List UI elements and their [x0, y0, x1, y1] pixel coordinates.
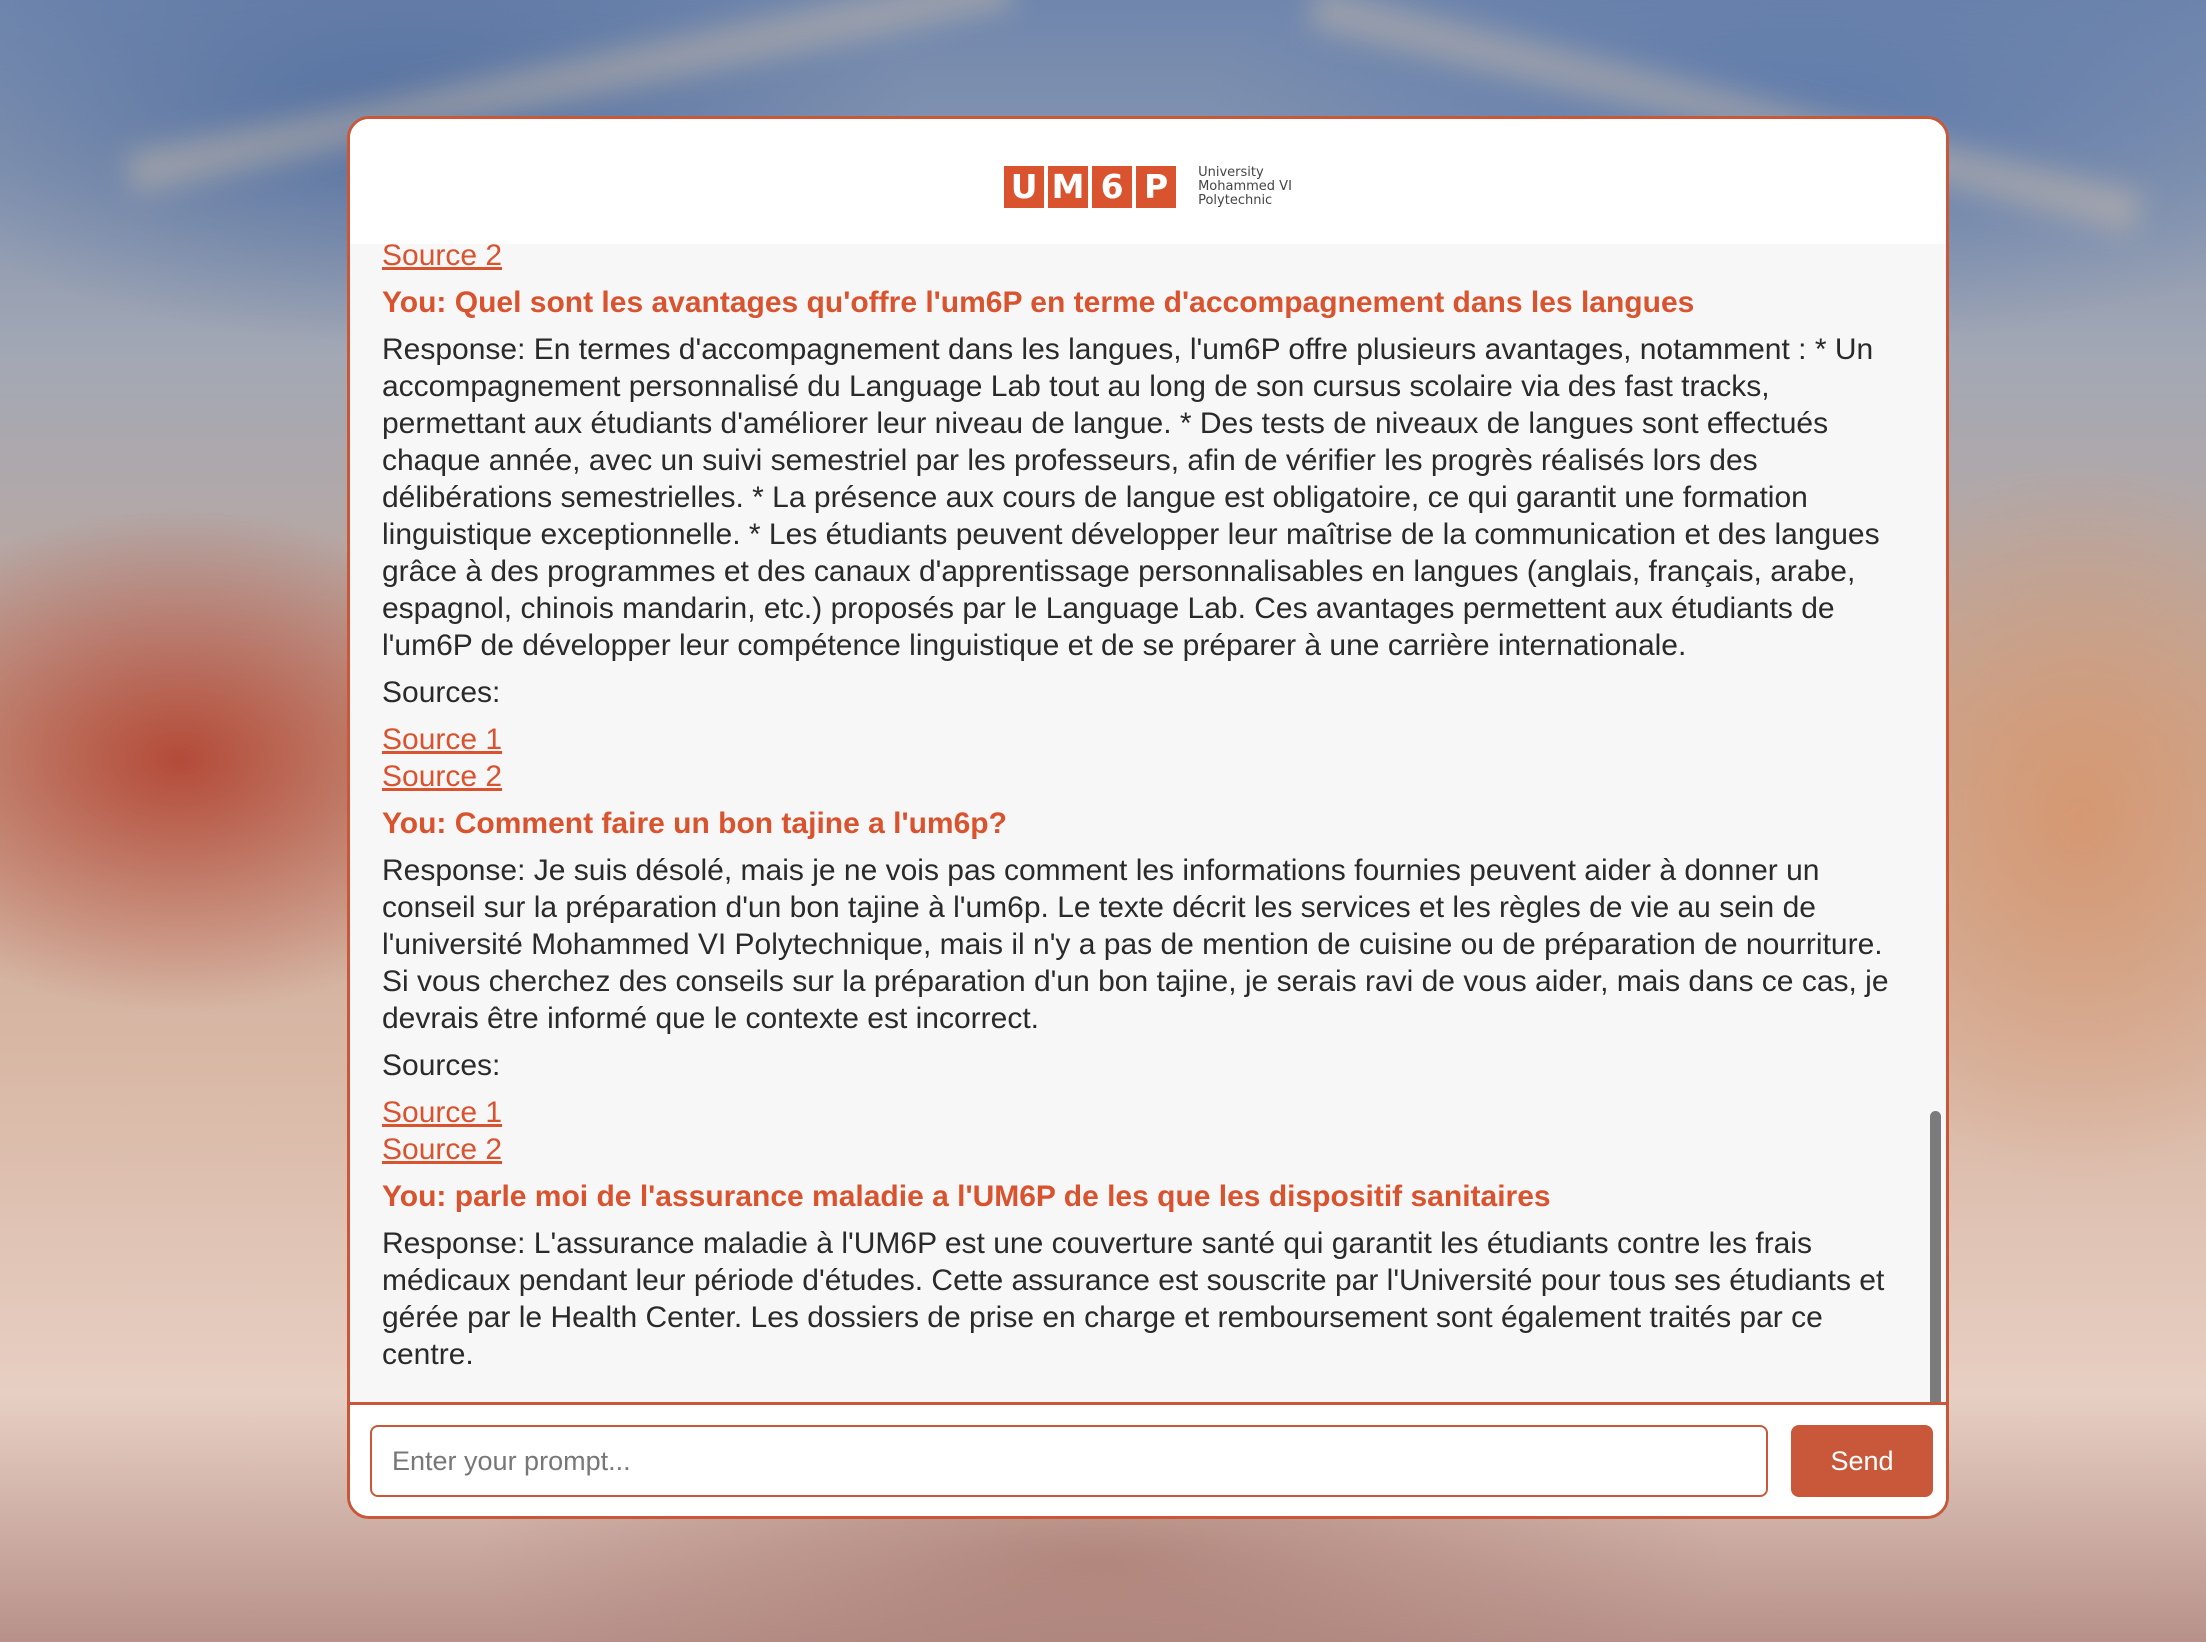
source-link[interactable]: Source 1 — [382, 721, 1906, 758]
logo-mark: U M 6 P — [1004, 165, 1177, 208]
sources-label: Sources: — [382, 1049, 501, 1082]
logo-letter: 6 — [1092, 165, 1133, 208]
prompt-bar: Send — [350, 1402, 1946, 1516]
chat-content: Source 2 You: Quel sont les avantages qu… — [382, 244, 1906, 1373]
user-question: You: parle moi de l'assurance maladie a … — [382, 1180, 1551, 1213]
bot-response: Response: Je suis désolé, mais je ne voi… — [382, 854, 1889, 1035]
logo-text-line: Polytechnic — [1198, 192, 1273, 208]
logo-text-line: University — [1198, 164, 1264, 180]
source-link[interactable]: Source 1 — [382, 1094, 1906, 1131]
chat-message: You: parle moi de l'assurance maladie a … — [382, 1178, 1906, 1373]
logo-text-line: Mohammed VI — [1198, 178, 1292, 194]
logo-wordmark: University Mohammed VI Polytechnic — [1198, 164, 1292, 208]
user-question: You: Quel sont les avantages qu'offre l'… — [382, 286, 1695, 319]
chat-message: You: Quel sont les avantages qu'offre l'… — [382, 284, 1906, 795]
sources-label: Sources: — [382, 676, 501, 709]
um6p-logo: U M 6 P University Mohammed VI Polytechn… — [1004, 164, 1292, 208]
user-question: You: Comment faire un bon tajine a l'um6… — [382, 807, 1007, 840]
source-link[interactable]: Source 2 — [382, 758, 1906, 795]
prompt-input[interactable] — [370, 1425, 1768, 1497]
logo-letter: M — [1048, 165, 1089, 208]
source-link[interactable]: Source 2 — [382, 244, 1906, 274]
chat-message: You: Comment faire un bon tajine a l'um6… — [382, 805, 1906, 1168]
source-link[interactable]: Source 2 — [382, 1131, 1906, 1168]
bot-response: Response: L'assurance maladie à l'UM6P e… — [382, 1227, 1885, 1371]
chat-history[interactable]: Source 2 You: Quel sont les avantages qu… — [350, 244, 1946, 1516]
chat-window: U M 6 P University Mohammed VI Polytechn… — [347, 116, 1949, 1519]
bot-response: Response: En termes d'accompagnement dan… — [382, 333, 1880, 662]
logo-letter: P — [1136, 165, 1177, 208]
send-button[interactable]: Send — [1791, 1425, 1933, 1497]
logo-letter: U — [1004, 165, 1045, 208]
header: U M 6 P University Mohammed VI Polytechn… — [350, 119, 1946, 244]
